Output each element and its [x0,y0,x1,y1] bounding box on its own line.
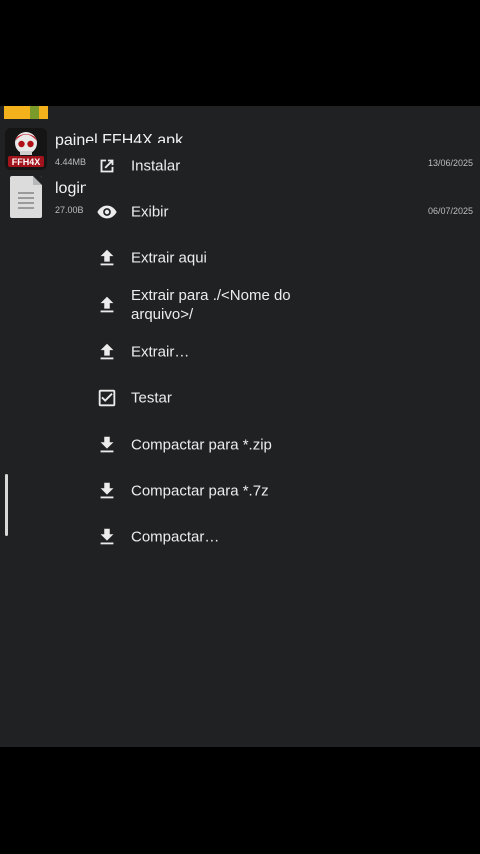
file-size: 27.00B [55,205,84,215]
menu-item-testar[interactable]: Testar [86,375,386,421]
scrollbar-handle[interactable] [5,474,8,536]
eye-icon [97,205,117,219]
folder-thumbnail-edge [4,106,48,119]
menu-item-label: Exibir [131,203,169,221]
menu-item-compactar[interactable]: Compactar… [86,514,386,560]
file-date: 06/07/2025 [427,206,473,216]
upload-arrow-icon [100,249,114,266]
file-manager-panel: FFH4X painel FFH4X.apk 4.44MB 13/06/2025… [0,106,480,747]
screen: FFH4X painel FFH4X.apk 4.44MB 13/06/2025… [0,0,480,854]
menu-item-extrair[interactable]: Extrair… [86,329,386,375]
file-name: login [55,180,89,197]
menu-item-exibir[interactable]: Exibir [86,189,386,235]
apk-icon-text: FFH4X [12,157,41,167]
upload-arrow-icon [100,343,114,360]
download-arrow-icon [100,436,114,453]
context-menu: Instalar Exibir Extrair aqui Extrair par… [86,143,386,580]
menu-item-compactar-7z[interactable]: Compactar para *.7z [86,468,386,514]
upload-arrow-icon [100,296,114,313]
menu-item-extrair-para[interactable]: Extrair para ./<Nome do arquivo>/ [86,281,386,329]
file-date: 13/06/2025 [427,158,473,168]
file-size: 4.44MB [55,157,87,167]
menu-item-label: Compactar para *.zip [131,436,272,454]
menu-item-label: Extrair para ./<Nome do arquivo>/ [131,287,291,323]
menu-item-label: Testar [131,389,172,407]
menu-item-label: Compactar… [131,528,220,546]
menu-item-label: Instalar [131,157,181,175]
menu-item-instalar[interactable]: Instalar [86,143,386,189]
menu-item-compactar-zip[interactable]: Compactar para *.zip [86,422,386,468]
menu-item-label: Compactar para *.7z [131,482,269,500]
download-arrow-icon [100,482,114,499]
open-external-icon [100,159,114,173]
download-arrow-icon [100,528,114,545]
menu-item-label: Extrair aqui [131,249,207,267]
menu-item-extrair-aqui[interactable]: Extrair aqui [86,235,386,281]
document-icon [10,176,42,218]
menu-item-label: Extrair… [131,343,190,361]
apk-app-icon: FFH4X [5,128,47,170]
checkbox-checked-icon [98,389,116,407]
